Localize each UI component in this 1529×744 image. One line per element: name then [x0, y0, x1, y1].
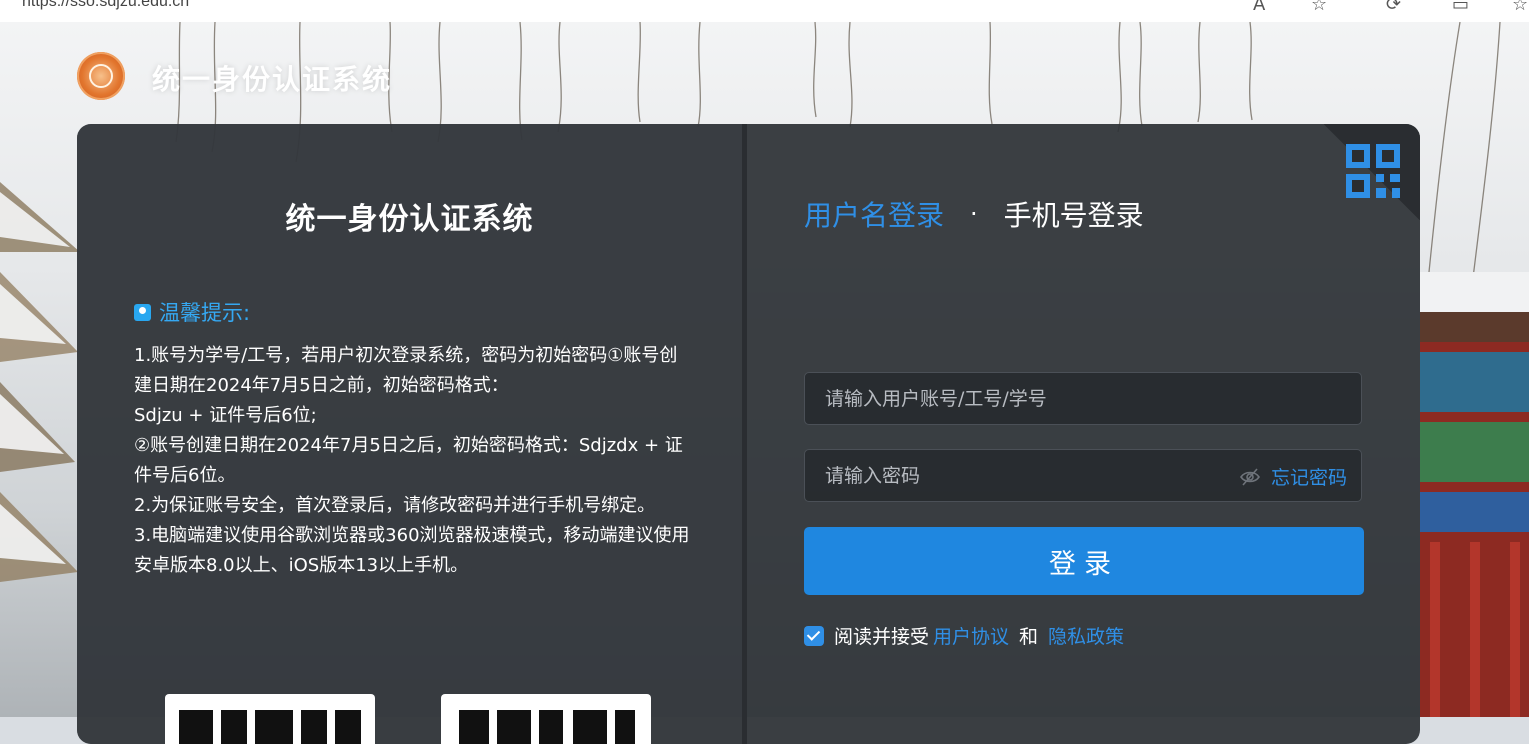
- tip-line: 2.为保证账号安全，首次登录后，请修改密码并进行手机号绑定。: [134, 495, 656, 516]
- forgot-password-link[interactable]: 忘记密码: [1271, 463, 1347, 490]
- favorites-icon[interactable]: ☆: [1512, 0, 1528, 15]
- qr-code-icon[interactable]: [1344, 142, 1402, 200]
- checkbox-checked-icon[interactable]: [804, 625, 824, 646]
- app-qr-tile: [441, 694, 651, 744]
- privacy-policy-link[interactable]: 隐私政策: [1048, 622, 1124, 649]
- favorite-star-icon[interactable]: ☆: [1311, 0, 1327, 15]
- site-title: 统一身份认证系统: [152, 63, 393, 96]
- agree-prefix: 阅读并接受: [834, 626, 930, 648]
- browser-address-bar: https://sso.sdjzu.edu.cn A ☆ ⟳ ▭ ☆: [0, 0, 1529, 23]
- username-field: [804, 372, 1362, 425]
- app-qr-tile: [165, 694, 375, 744]
- login-tabs: 用户名登录 · 手机号登录: [804, 194, 1144, 234]
- address-url[interactable]: https://sso.sdjzu.edu.cn: [22, 0, 189, 11]
- tips-header: 温馨提示:: [134, 297, 250, 327]
- info-panel: 统一身份认证系统 温馨提示: 1.账号为学号/工号，若用户初次登录系统，密码为初…: [77, 124, 742, 744]
- login-card: 统一身份认证系统 温馨提示: 1.账号为学号/工号，若用户初次登录系统，密码为初…: [77, 124, 1420, 744]
- tab-phone-login[interactable]: 手机号登录: [1004, 194, 1144, 234]
- tab-username-login[interactable]: 用户名登录: [804, 194, 944, 234]
- tips-icon: [134, 303, 151, 321]
- eye-slash-icon[interactable]: [1239, 466, 1261, 488]
- extensions-icon[interactable]: ⟳: [1386, 0, 1401, 15]
- tip-line: Sdjzu + 证件号后6位;: [134, 405, 317, 426]
- username-input[interactable]: [805, 373, 1361, 424]
- app-qr-row: [165, 694, 651, 744]
- university-logo: [77, 52, 125, 100]
- tips-body: 1.账号为学号/工号，若用户初次登录系统，密码为初始密码①账号创建日期在2024…: [134, 341, 694, 581]
- read-aloud-icon[interactable]: A: [1253, 0, 1265, 15]
- split-screen-icon[interactable]: ▭: [1452, 0, 1469, 15]
- agreement-row: 阅读并接受 用户协议 和 隐私政策: [804, 622, 1124, 649]
- user-agreement-link[interactable]: 用户协议: [933, 622, 1009, 649]
- tips-title: 温馨提示:: [159, 301, 251, 325]
- tip-line: 1.账号为学号/工号，若用户初次登录系统，密码为初始密码①账号创建日期在2024…: [134, 345, 678, 396]
- tip-line: 3.电脑端建议使用谷歌浏览器或360浏览器极速模式，移动端建议使用安卓版本8.0…: [134, 525, 690, 576]
- tab-separator: ·: [970, 200, 978, 228]
- tip-line: ②账号创建日期在2024年7月5日之后，初始密码格式：Sdjzdx + 证件号后…: [134, 435, 683, 486]
- qr-login-corner[interactable]: [1324, 124, 1420, 220]
- info-panel-title: 统一身份认证系统: [285, 202, 534, 237]
- login-panel: 用户名登录 · 手机号登录 忘记密码 登录 阅读并接受 用户协议 和 隐私政策: [747, 124, 1420, 744]
- login-button[interactable]: 登录: [804, 527, 1364, 595]
- agree-and: 和: [1019, 626, 1039, 648]
- password-field: 忘记密码: [804, 449, 1362, 502]
